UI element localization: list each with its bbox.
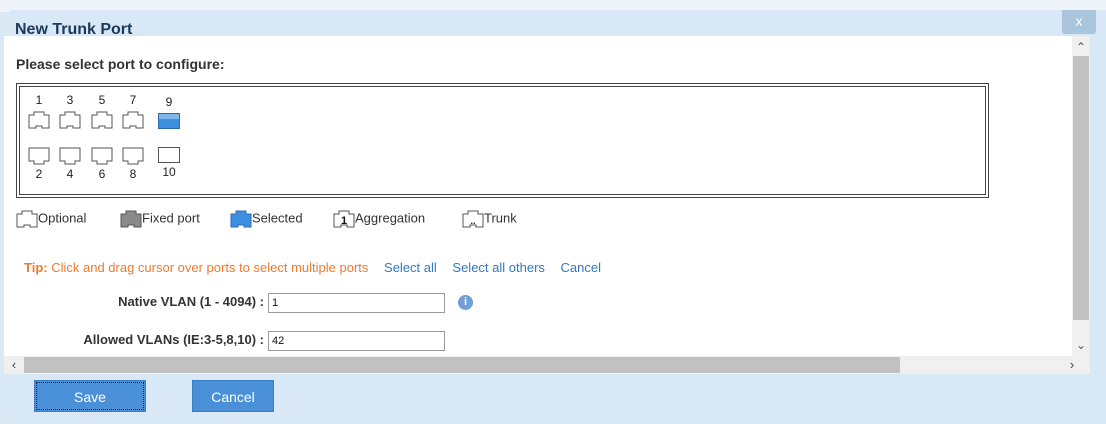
selected-port-icon	[230, 210, 252, 228]
select-all-others-link[interactable]: Select all others	[452, 260, 545, 275]
port-3[interactable]	[59, 111, 81, 129]
tip-label: Tip:	[24, 260, 48, 275]
horizontal-scroll-thumb[interactable]	[24, 357, 900, 373]
info-icon[interactable]: i	[458, 295, 473, 310]
port-9[interactable]	[158, 113, 180, 131]
legend-trunk-label: Trunk	[484, 210, 517, 226]
legend-selected: Selected	[230, 210, 303, 228]
port-10[interactable]	[158, 147, 180, 165]
port-panel: 1 3 5 7 9 2 4 6 8 10	[16, 83, 989, 198]
port-1[interactable]	[28, 111, 50, 129]
port-number: 6	[98, 167, 106, 181]
legend-fixed: Fixed port	[120, 210, 200, 228]
legend-optional-label: Optional	[38, 210, 87, 226]
legend-optional: Optional	[16, 210, 86, 228]
vertical-scroll-thumb[interactable]	[1073, 56, 1089, 320]
native-vlan-label: Native VLAN (1 - 4094) :	[118, 294, 264, 309]
port-number: 10	[162, 165, 176, 179]
port-select-prompt: Please select port to configure:	[16, 56, 225, 72]
port-number: 1	[35, 93, 43, 107]
trunk-port-icon: ..	[462, 210, 484, 228]
aggregation-glyph: 1	[341, 215, 347, 227]
port-number: 4	[66, 167, 74, 181]
allowed-vlans-label: Allowed VLANs (IE:3-5,8,10) :	[83, 332, 264, 347]
port-6[interactable]	[91, 147, 113, 165]
close-button[interactable]: x	[1062, 10, 1096, 34]
port-number: 5	[98, 93, 106, 107]
native-vlan-field[interactable]	[268, 293, 445, 313]
trunk-glyph: ..	[470, 216, 475, 226]
legend-trunk: .. Trunk	[462, 210, 517, 228]
horizontal-scrollbar[interactable]: ‹ ›	[4, 356, 1090, 374]
legend-selected-label: Selected	[252, 210, 303, 226]
dialog-button-bar: Save Cancel	[0, 374, 1096, 414]
select-all-link[interactable]: Select all	[384, 260, 437, 275]
tip-text: Click and drag cursor over ports to sele…	[51, 260, 369, 275]
cancel-selection-link[interactable]: Cancel	[561, 260, 601, 275]
vertical-scrollbar[interactable]: ⌃ ⌄	[1072, 36, 1090, 356]
optional-port-icon	[16, 210, 38, 228]
cancel-button[interactable]: Cancel	[192, 380, 274, 412]
chevron-left-icon[interactable]: ‹	[6, 356, 22, 374]
save-button[interactable]: Save	[34, 380, 146, 412]
port-2[interactable]	[28, 147, 50, 165]
chevron-right-icon[interactable]: ›	[1064, 356, 1080, 374]
close-icon: x	[1075, 13, 1083, 29]
port-number: 9	[165, 95, 173, 109]
legend-aggregation-label: Aggregation	[355, 210, 426, 226]
allowed-vlans-field[interactable]	[268, 331, 445, 351]
fixed-port-icon	[120, 210, 142, 228]
port-4[interactable]	[59, 147, 81, 165]
port-number: 3	[66, 93, 74, 107]
port-number: 8	[129, 167, 137, 181]
port-number: 2	[35, 167, 43, 181]
port-number: 7	[129, 93, 137, 107]
chevron-up-icon[interactable]: ⌃	[1072, 38, 1090, 56]
aggregation-port-icon: 1	[333, 210, 355, 228]
tip-line: Tip: Click and drag cursor over ports to…	[24, 260, 601, 275]
legend-aggregation: 1 Aggregation	[333, 210, 425, 228]
legend-fixed-label: Fixed port	[142, 210, 200, 226]
port-5[interactable]	[91, 111, 113, 129]
port-7[interactable]	[122, 111, 144, 129]
dialog-content: Please select port to configure: 1 3 5 7…	[4, 36, 1072, 356]
port-8[interactable]	[122, 147, 144, 165]
chevron-down-icon[interactable]: ⌄	[1072, 336, 1090, 354]
